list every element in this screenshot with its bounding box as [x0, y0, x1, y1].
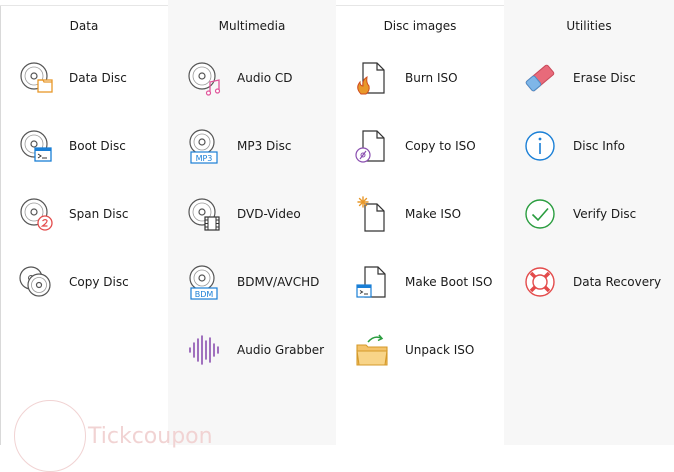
- tile-label: Burn ISO: [405, 71, 458, 85]
- tile-label: Unpack ISO: [405, 343, 475, 357]
- tile-label: Verify Disc: [573, 207, 637, 221]
- make-iso-icon: [354, 196, 390, 232]
- column-disc-images: Disc images Burn ISO Copy to ISO Make IS…: [336, 0, 504, 445]
- data-disc-icon: [18, 60, 54, 96]
- tile-label: Make ISO: [405, 207, 462, 221]
- column-utilities: Utilities Erase Disc Disc Info Verify Di…: [504, 0, 674, 445]
- check-circle-icon: [522, 196, 558, 232]
- tile-verify-disc[interactable]: Verify Disc: [512, 188, 670, 240]
- unpack-iso-icon: [354, 332, 390, 368]
- tile-label: Data Disc: [69, 71, 127, 85]
- tile-span-disc[interactable]: Span Disc: [8, 188, 166, 240]
- info-icon: [522, 128, 558, 164]
- dvd-video-icon: [186, 196, 222, 232]
- make-boot-iso-icon: [354, 264, 390, 300]
- tile-label: Disc Info: [573, 139, 625, 153]
- tile-label: Data Recovery: [573, 275, 662, 289]
- watermark-text: Tickcoupon: [88, 424, 213, 449]
- tile-label: Copy to ISO: [405, 139, 476, 153]
- tile-copy-disc[interactable]: Copy Disc: [8, 256, 166, 308]
- tile-bdmv-avchd[interactable]: BDM BDMV/AVCHD: [176, 256, 334, 308]
- column-title-disc-images: Disc images: [383, 19, 457, 33]
- tile-label: Boot Disc: [69, 139, 126, 153]
- tile-data-recovery[interactable]: Data Recovery: [512, 256, 670, 308]
- tile-label: MP3 Disc: [237, 139, 292, 153]
- mp3-badge-text: MP3: [196, 154, 213, 163]
- tile-audio-cd[interactable]: Audio CD: [176, 52, 334, 104]
- tile-label: Span Disc: [69, 207, 129, 221]
- tile-erase-disc[interactable]: Erase Disc: [512, 52, 670, 104]
- column-data: Data Data Disc Boot Disc Span Disc Copy …: [0, 0, 168, 445]
- column-title-multimedia: Multimedia: [218, 19, 286, 33]
- tile-make-iso[interactable]: Make ISO: [344, 188, 502, 240]
- tile-label: Make Boot ISO: [405, 275, 493, 289]
- lifebuoy-icon: [522, 264, 558, 300]
- tile-label: Audio CD: [237, 71, 293, 85]
- span-disc-icon: [18, 196, 54, 232]
- audio-cd-icon: [186, 60, 222, 96]
- tile-dvd-video[interactable]: DVD-Video: [176, 188, 334, 240]
- column-title-data: Data: [69, 19, 99, 33]
- copy-to-iso-icon: [354, 128, 390, 164]
- mp3-disc-icon: MP3: [186, 128, 222, 164]
- tile-label: Copy Disc: [69, 275, 129, 289]
- tile-disc-info[interactable]: Disc Info: [512, 120, 670, 172]
- boot-disc-icon: [18, 128, 54, 164]
- tile-label: BDMV/AVCHD: [237, 275, 320, 289]
- tile-make-boot-iso[interactable]: Make Boot ISO: [344, 256, 502, 308]
- tile-data-disc[interactable]: Data Disc: [8, 52, 166, 104]
- tile-unpack-iso[interactable]: Unpack ISO: [344, 324, 502, 376]
- bdmv-disc-icon: BDM: [186, 264, 222, 300]
- tile-mp3-disc[interactable]: MP3 MP3 Disc: [176, 120, 334, 172]
- column-multimedia: Multimedia Audio CD MP3 MP3 Disc DVD-Vid…: [168, 0, 336, 445]
- tile-label: DVD-Video: [237, 207, 301, 221]
- bdm-badge-text: BDM: [195, 290, 214, 299]
- column-title-utilities: Utilities: [566, 19, 612, 33]
- tile-label: Audio Grabber: [237, 343, 325, 357]
- audio-waveform-icon: [186, 332, 222, 368]
- tile-copy-to-iso[interactable]: Copy to ISO: [344, 120, 502, 172]
- copy-disc-icon: [18, 264, 54, 300]
- eraser-icon: [522, 60, 558, 96]
- tile-boot-disc[interactable]: Boot Disc: [8, 120, 166, 172]
- watermark-logo: [14, 400, 86, 472]
- tile-label: Erase Disc: [573, 71, 636, 85]
- burn-iso-icon: [354, 60, 390, 96]
- tile-burn-iso[interactable]: Burn ISO: [344, 52, 502, 104]
- tile-audio-grabber[interactable]: Audio Grabber: [176, 324, 334, 376]
